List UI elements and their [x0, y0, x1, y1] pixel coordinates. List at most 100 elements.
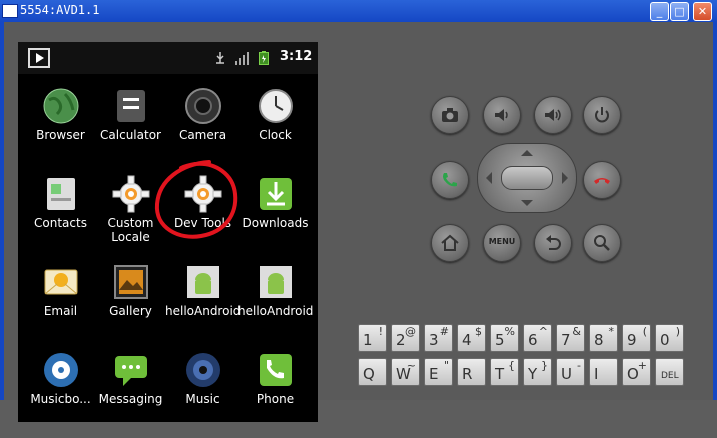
key-main-label: U — [561, 365, 572, 383]
key-main-label: W — [396, 365, 411, 383]
key-alt-label: & — [572, 325, 581, 338]
key-main-label: Q — [363, 365, 375, 383]
key-main-label: 1 — [363, 331, 373, 349]
key-main-label: O — [627, 365, 639, 383]
usb-icon — [216, 52, 224, 64]
key-t[interactable]: {T — [490, 358, 519, 386]
back-icon — [546, 235, 561, 250]
key-alt-label: ( — [642, 325, 647, 338]
key-main-label: 0 — [660, 331, 670, 349]
key-u[interactable]: -U — [556, 358, 585, 386]
search-button[interactable] — [583, 224, 621, 262]
key-main-label: 7 — [561, 331, 571, 349]
key-alt-label: { — [508, 359, 515, 372]
menu-label: MENU — [488, 237, 516, 246]
dpad-up-icon[interactable] — [521, 150, 533, 156]
dpad-center-button[interactable] — [501, 166, 553, 190]
battery-icon — [259, 51, 269, 65]
key-alt-label: % — [504, 325, 515, 338]
emulator-screen[interactable]: 3:12 Browser Calculator Camera Clock Contact… — [18, 42, 318, 422]
app-label: Clock — [259, 128, 292, 142]
key-del[interactable]: DEL — [655, 358, 684, 386]
key-4[interactable]: $4 — [457, 324, 486, 352]
clock-icon — [256, 86, 296, 126]
app-helloandroid[interactable]: helloAndroid — [238, 262, 313, 350]
gallery-icon — [111, 262, 151, 302]
app-musicbo[interactable]: Musicbo... — [23, 350, 98, 438]
app-email[interactable]: Email — [23, 262, 98, 350]
dpad-left-icon[interactable] — [486, 172, 492, 184]
end-call-icon — [594, 178, 610, 184]
app-label: helloAndroid — [165, 304, 241, 318]
key-2[interactable]: @2 — [391, 324, 420, 352]
key-alt-label: + — [637, 359, 647, 372]
app-helloandroid[interactable]: helloAndroid — [165, 262, 240, 350]
app-downloads[interactable]: Downloads — [238, 174, 313, 262]
globe-icon — [41, 86, 81, 126]
back-button[interactable] — [534, 224, 572, 262]
key-3[interactable]: #3 — [424, 324, 453, 352]
key-main-label: 2 — [396, 331, 406, 349]
music-icon — [41, 350, 81, 390]
volume-down-button[interactable] — [483, 96, 521, 134]
key-main-label: E — [429, 365, 439, 383]
app-music[interactable]: Music — [165, 350, 240, 438]
window-title-bar[interactable]: 5554:AVD1.1 _ □ ✕ — [0, 0, 717, 23]
key-5[interactable]: % 5 — [490, 324, 519, 352]
call-button[interactable] — [431, 161, 469, 199]
dpad[interactable] — [477, 143, 577, 213]
key-9[interactable]: (9 — [622, 324, 651, 352]
camera-button[interactable] — [431, 96, 469, 134]
email-icon — [41, 262, 81, 302]
key-alt-label: @ — [405, 325, 416, 338]
key-q[interactable]: Q — [358, 358, 387, 386]
home-icon — [441, 234, 459, 251]
key-8[interactable]: * 8 — [589, 324, 618, 352]
key-alt-label: ^ — [538, 325, 548, 338]
key-0[interactable]: ) 0 — [655, 324, 684, 352]
download-icon — [256, 174, 296, 214]
minimize-button[interactable]: _ — [650, 2, 669, 21]
status-bar: 3:12 — [18, 42, 318, 74]
app-label: Downloads — [242, 216, 309, 230]
menu-button[interactable]: MENU — [483, 224, 521, 262]
key-main-label: I — [594, 365, 599, 383]
window-border-right — [713, 22, 717, 400]
key-i[interactable]: I — [589, 358, 618, 386]
app-gallery[interactable]: Gallery — [93, 262, 168, 350]
close-button[interactable]: ✕ — [693, 2, 712, 21]
key-alt-label: # — [439, 325, 449, 338]
end-call-button[interactable] — [583, 161, 621, 199]
key-1[interactable]: ! 1 — [358, 324, 387, 352]
app-label: Browser — [36, 128, 85, 142]
key-6[interactable]: ^ 6 — [523, 324, 552, 352]
key-7[interactable]: & 7 — [556, 324, 585, 352]
app-phone[interactable]: Phone — [238, 350, 313, 438]
home-button[interactable] — [431, 224, 469, 262]
signal-icon — [235, 52, 249, 65]
app-label: Phone — [256, 392, 295, 406]
key-e[interactable]: " E — [424, 358, 453, 386]
app-label: Gallery — [109, 304, 152, 318]
contacts-icon — [41, 174, 81, 214]
key-r[interactable]: R — [457, 358, 486, 386]
app-clock[interactable]: Clock — [238, 86, 313, 174]
power-button[interactable] — [583, 96, 621, 134]
dpad-right-icon[interactable] — [562, 172, 568, 184]
app-browser[interactable]: Browser — [23, 86, 98, 174]
play-store-icon[interactable] — [28, 48, 50, 68]
key-main-label: R — [462, 365, 473, 383]
key-w[interactable]: ~ W — [391, 358, 420, 386]
key-main-label: 9 — [627, 331, 637, 349]
dpad-down-icon[interactable] — [521, 200, 533, 206]
phone-call-icon — [443, 173, 457, 187]
app-contacts[interactable]: Contacts — [23, 174, 98, 262]
maximize-button[interactable]: □ — [670, 2, 689, 21]
key-y[interactable]: } Y — [523, 358, 552, 386]
app-messaging[interactable]: Messaging — [93, 350, 168, 438]
key-o[interactable]: + O — [622, 358, 651, 386]
key-alt-label: } — [541, 359, 548, 372]
camera-icon — [442, 108, 458, 122]
volume-up-button[interactable] — [534, 96, 572, 134]
app-label: Email — [43, 304, 78, 318]
